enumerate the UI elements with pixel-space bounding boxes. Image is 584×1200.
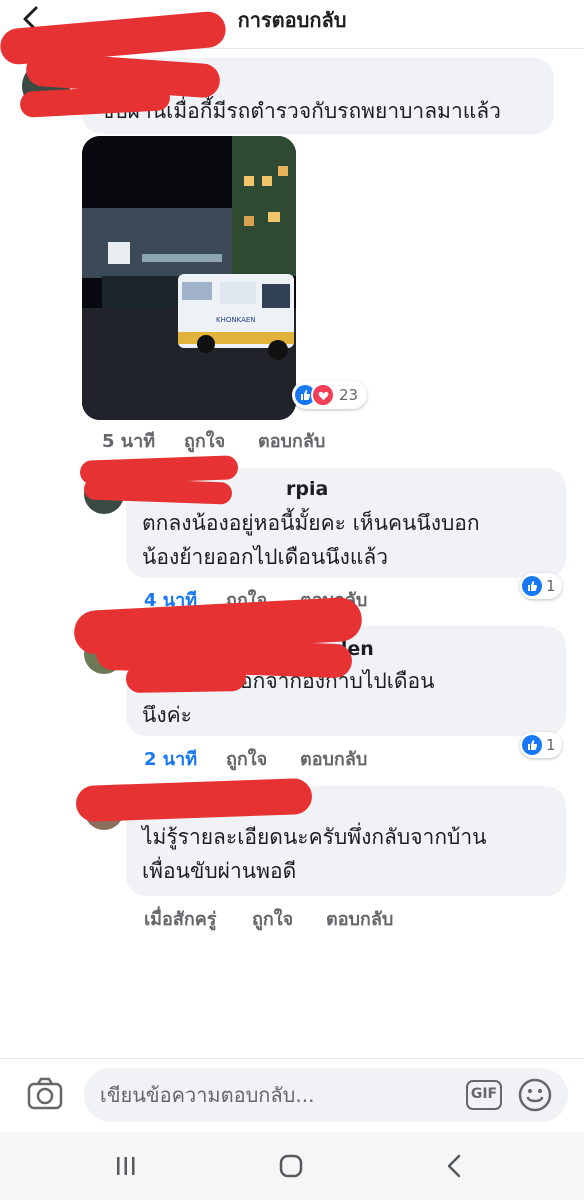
reaction-count: 1 bbox=[546, 736, 556, 754]
recents-icon[interactable] bbox=[112, 1154, 140, 1178]
comment-time: 5 นาที bbox=[102, 431, 156, 452]
like-icon bbox=[522, 735, 542, 755]
reply-link[interactable]: ตอบกลับ bbox=[326, 904, 393, 933]
nav-back-icon[interactable] bbox=[442, 1153, 468, 1179]
comment-text: ตกลงน้องอยู่หอนี้มั้ยคะ เห็นคนนึงบอก น้อ… bbox=[142, 511, 480, 569]
system-nav-bar bbox=[0, 1132, 584, 1200]
comment-time: 2 นาที bbox=[144, 749, 198, 770]
comment-time: เมื่อสักครู่ bbox=[144, 909, 217, 930]
like-link[interactable]: ถูกใจ bbox=[252, 904, 293, 933]
like-link[interactable]: ถูกใจ bbox=[226, 744, 267, 773]
reply-link[interactable]: ตอบกลับ bbox=[258, 426, 325, 455]
like-link[interactable]: ถูกใจ bbox=[184, 426, 225, 455]
home-icon[interactable] bbox=[278, 1153, 304, 1179]
gif-icon[interactable]: GIF bbox=[466, 1080, 502, 1110]
attached-photo[interactable]: KHONKAEN bbox=[82, 136, 296, 420]
like-icon bbox=[522, 576, 542, 596]
reactions-pill[interactable]: 23 bbox=[292, 381, 367, 409]
ambulance-label: KHONKAEN bbox=[216, 316, 256, 324]
reply-link[interactable]: ตอบกลับ bbox=[300, 744, 367, 773]
emoji-icon[interactable] bbox=[517, 1077, 553, 1113]
reactions-pill[interactable]: 1 bbox=[520, 573, 562, 599]
comment-author[interactable]: rpia bbox=[286, 478, 328, 500]
heart-icon bbox=[311, 383, 335, 407]
camera-icon[interactable] bbox=[26, 1076, 64, 1112]
reaction-count: 1 bbox=[546, 577, 556, 595]
reactions-pill[interactable]: 1 bbox=[520, 732, 562, 758]
reaction-count: 23 bbox=[339, 386, 359, 404]
comment-text: ไม่รู้รายละเอียดนะครับพึ่งกลับจากบ้าน เพ… bbox=[142, 825, 487, 883]
redaction-mark bbox=[125, 662, 247, 694]
